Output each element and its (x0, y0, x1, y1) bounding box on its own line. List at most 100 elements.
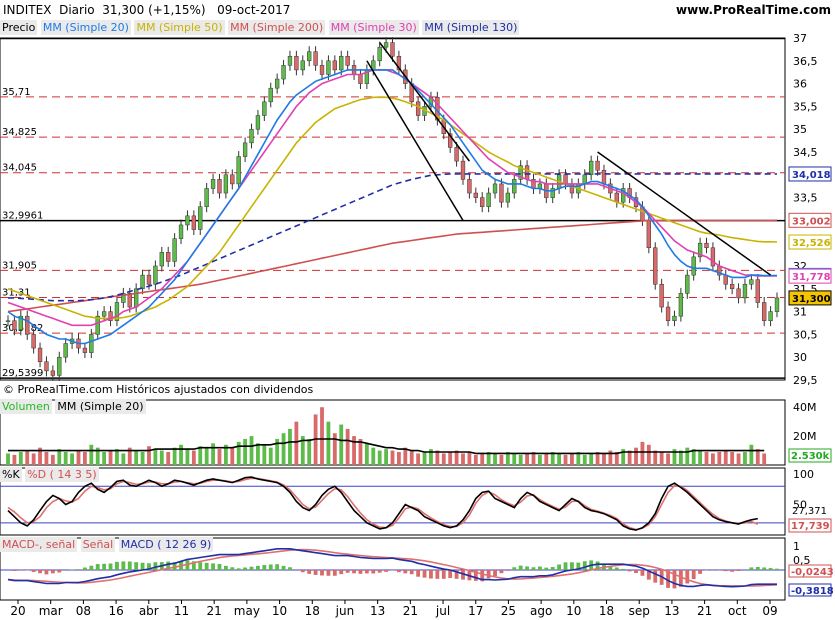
macd-hist-bar (57, 570, 62, 573)
volume-bar (326, 421, 331, 465)
volume-bar (755, 449, 760, 465)
stoch-d-label[interactable]: %D ( 14 3 5) (25, 467, 99, 482)
left-level-3: 32,9961 (2, 211, 43, 222)
macd-hist-bar (653, 570, 658, 583)
macd-value-1: -0,0243 (791, 567, 834, 578)
macd-hist-bar (525, 566, 529, 570)
candle-body (274, 78, 280, 89)
macd-hist-bar (486, 570, 491, 579)
volume-bar (364, 443, 369, 465)
macd-hist-bar (749, 567, 754, 570)
legend-ma200[interactable]: MM (Simple 200) (228, 20, 326, 35)
volume-bar (723, 450, 728, 465)
macd-hist-bar (281, 565, 286, 570)
volume-badge-text: 2.530k (791, 451, 830, 462)
macd-hist-bar (230, 567, 235, 570)
x-label-18: 18 (599, 604, 614, 618)
macd-hist-label[interactable]: MACD-, señal (0, 537, 78, 552)
x-label-20: 13 (664, 604, 679, 618)
legend-ma50[interactable]: MM (Simple 50) (134, 20, 225, 35)
x-label-7: may (234, 604, 260, 618)
macd-hist-bar (217, 563, 222, 570)
left-level-5: 31,31 (2, 287, 31, 298)
x-label-3: 16 (108, 604, 123, 618)
candle-body (287, 55, 293, 66)
chart-canvas: 3736,53635,53534,53433,53332,53231,53130… (0, 32, 834, 618)
macd-signal-label[interactable]: Señal (80, 537, 116, 552)
macd-hist-bar (377, 570, 382, 573)
volume-bar (185, 449, 190, 465)
candle-body (358, 74, 363, 84)
macd-hist-bar (320, 570, 324, 576)
macd-hist-bar (730, 570, 735, 572)
legend-ma30[interactable]: MM (Simple 30) (328, 20, 419, 35)
volume-bar (63, 452, 68, 465)
candle-body (191, 215, 196, 230)
candle-body (755, 279, 760, 303)
volume-bar (704, 452, 709, 465)
volume-bar (18, 452, 23, 465)
macd-hist-bar (570, 562, 574, 570)
volume-bar (236, 441, 241, 465)
volume-bar (102, 452, 107, 465)
volume-bar (332, 433, 337, 465)
volume-bar (422, 452, 427, 465)
macd-hist-bar (582, 561, 587, 570)
macd-hist-bar (140, 562, 145, 570)
volume-bar (339, 424, 344, 465)
candle-body (166, 252, 171, 262)
volume-bar (108, 450, 113, 465)
macd-hist-bar (300, 570, 305, 573)
volume-bar (563, 454, 568, 465)
volume-bar (230, 447, 235, 465)
x-label-8: 10 (272, 604, 287, 618)
macd-hist-bar (262, 565, 267, 570)
candle-body (390, 42, 395, 57)
macd-hist-bar (211, 563, 215, 570)
volume-bar (76, 450, 81, 465)
macd-hist-bar (18, 570, 23, 571)
volume-bar (390, 450, 395, 465)
legend-bar: Precio MM (Simple 20) MM (Simple 50) MM … (0, 20, 520, 37)
x-label-1: mar (39, 604, 63, 618)
legend-ma20[interactable]: MM (Simple 20) (40, 20, 131, 35)
macd-hist-bar (544, 567, 549, 570)
candle-body (377, 46, 382, 62)
volume-bar (159, 450, 164, 465)
volume-bar (82, 452, 87, 465)
candle-body (153, 265, 158, 285)
x-label-4: abr (139, 604, 159, 618)
candle-body (12, 320, 17, 331)
candle-body (582, 174, 587, 185)
macd-hist-bar (409, 570, 414, 575)
volume-bar (256, 443, 260, 465)
volume-ma-label[interactable]: MM (Simple 20) (55, 399, 146, 414)
legend-ma130[interactable]: MM (Simple 130) (422, 20, 520, 35)
price-tick-5: 34,5 (793, 146, 818, 159)
macd-params-label[interactable]: MACD ( 12 26 9) (118, 537, 214, 552)
stoch-d-value: 17,739 (791, 521, 830, 532)
candle-body (44, 361, 49, 372)
volume-bar (243, 439, 248, 465)
candle-body (704, 242, 709, 249)
volume-bar (499, 454, 504, 465)
macd-hist-bar (762, 567, 767, 570)
left-level-2: 34,045 (2, 163, 37, 174)
candle-body (685, 274, 690, 294)
volume-bar (166, 452, 171, 465)
volume-bar (589, 453, 594, 465)
ticker-name: INDITEX (3, 3, 52, 17)
stoch-k-label[interactable]: %K (0, 467, 22, 482)
candle-body (332, 60, 337, 71)
macd-hist-bar (685, 570, 690, 584)
left-level-1: 34,825 (2, 127, 37, 138)
candle-body (268, 87, 273, 103)
macd-hist-bar (775, 568, 779, 570)
macd-hist-bar (339, 570, 344, 575)
macd-hist-bar (134, 562, 139, 570)
candle-body (249, 128, 254, 144)
candle-body (159, 252, 164, 267)
legend-price[interactable]: Precio (0, 20, 38, 35)
volume-label[interactable]: Volumen (0, 399, 52, 414)
candle-body (25, 315, 30, 335)
